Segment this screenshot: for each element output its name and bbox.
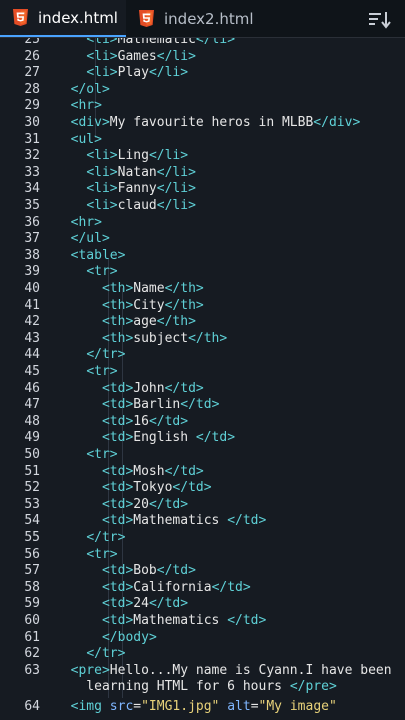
sort-lines-icon[interactable] <box>369 8 393 30</box>
tab-index2-html[interactable]: index2.html <box>126 0 266 37</box>
code-text: <th>subject</th> <box>101 330 228 346</box>
line-number: 63 <box>24 662 40 678</box>
code-text: <td>Barlin</td> <box>101 397 220 413</box>
code-text: <li>Fanny</li> <box>86 181 196 197</box>
tab-label: index2.html <box>164 9 254 28</box>
line-number: 39 <box>24 264 40 280</box>
code-text: <img src="IMG1.jpg" alt="My image" <box>70 699 337 714</box>
line-number: 41 <box>24 297 40 313</box>
code-editor[interactable]: 25 <li>Mathematic</li> 26 <li>Games</li> 2… <box>0 38 405 720</box>
line-number: 60 <box>24 613 40 628</box>
line-number: 64 <box>24 699 40 714</box>
code-text: <pre>Hello...My name is Cyann.I have bee… <box>70 662 392 678</box>
code-text: <th>City</th> <box>101 297 204 313</box>
code-text: </body> <box>101 629 157 645</box>
code-text: <th>Name</th> <box>101 281 204 296</box>
code-text: <li>Ling</li> <box>86 148 189 164</box>
line-number: 46 <box>24 380 40 396</box>
line-number: 42 <box>24 314 40 330</box>
code-text: </tr> <box>86 530 126 545</box>
html5-icon <box>13 9 28 26</box>
code-text: <tr> <box>86 447 118 462</box>
code-text: <ul> <box>70 131 102 147</box>
code-text: <li>claud</li> <box>86 198 196 213</box>
code-text: <td>Bob</td> <box>101 563 196 579</box>
code-text: </tr> <box>86 347 126 363</box>
code-text: <td>California</td> <box>101 579 251 595</box>
line-number: 40 <box>24 281 40 296</box>
code-text: <td>20</td> <box>101 496 189 512</box>
html5-icon <box>139 10 154 27</box>
line-number: 31 <box>24 131 40 147</box>
code-text: <li>Games</li> <box>86 48 196 64</box>
code-text: <li>Play</li> <box>86 65 189 81</box>
code-text: <tr> <box>86 546 118 562</box>
tab-label: index.html <box>38 8 118 27</box>
code-text: </tr> <box>86 646 126 662</box>
code-text: <tr> <box>86 364 118 379</box>
line-number: 50 <box>24 447 40 462</box>
code-text: <td>16</td> <box>101 413 189 429</box>
code-text: </ul> <box>70 231 110 247</box>
code-text: <td>Tokyo</td> <box>101 480 212 496</box>
tab-index-html[interactable]: index.html <box>0 0 126 37</box>
line-number: 44 <box>24 347 40 363</box>
line-number: 26 <box>24 48 40 64</box>
line-number: 33 <box>24 164 40 180</box>
line-number: 37 <box>24 231 40 247</box>
line-number: 32 <box>24 148 40 164</box>
line-number: 30 <box>24 115 40 130</box>
line-number: 38 <box>24 247 40 263</box>
code-text: <td>Mathematics </td> <box>101 513 267 529</box>
code-text: <tr> <box>86 264 118 280</box>
line-number: 59 <box>24 596 40 612</box>
code-text: <td>English </td> <box>101 430 236 446</box>
code-text: <li>Mathematic</li> <box>86 38 236 47</box>
code-text: <td>24</td> <box>101 596 189 612</box>
code-text: <li>Natan</li> <box>86 164 196 180</box>
line-number: 34 <box>24 181 40 197</box>
line-number: 61 <box>24 629 40 645</box>
code-text: <td>Mathematics </td> <box>101 613 267 628</box>
line-number: 27 <box>24 65 40 81</box>
line-number: 29 <box>24 98 40 114</box>
code-text: <hr> <box>70 214 102 230</box>
line-number: 55 <box>24 530 40 545</box>
code-text: <table> <box>70 247 126 263</box>
line-number: 43 <box>24 330 40 346</box>
code-text: <div>My favourite heros in MLBB</div> <box>70 115 361 130</box>
code-text: <td>Mosh</td> <box>101 463 204 479</box>
code-text: learning HTML for 6 hours </pre> <box>55 679 337 695</box>
line-number: 28 <box>24 81 40 97</box>
line-number: 62 <box>24 646 40 662</box>
line-number: 47 <box>24 397 40 413</box>
line-number: 54 <box>24 513 40 529</box>
line-number: 35 <box>24 198 40 213</box>
line-number: 52 <box>24 480 40 496</box>
line-number: 53 <box>24 496 40 512</box>
code-text: <td>John</td> <box>101 380 204 396</box>
line-number: 49 <box>24 430 40 446</box>
line-number: 56 <box>24 546 40 562</box>
line-number: 25 <box>24 38 40 47</box>
code-text: </ol> <box>70 81 110 97</box>
line-number: 48 <box>24 413 40 429</box>
tab-bar: index.html index2.html <box>0 0 405 38</box>
code-text: <hr> <box>70 98 102 114</box>
line-number: 57 <box>24 563 40 579</box>
line-number: 58 <box>24 579 40 595</box>
line-number: 36 <box>24 214 40 230</box>
code-text: <th>age</th> <box>101 314 196 330</box>
line-number: 51 <box>24 463 40 479</box>
line-number: 45 <box>24 364 40 379</box>
